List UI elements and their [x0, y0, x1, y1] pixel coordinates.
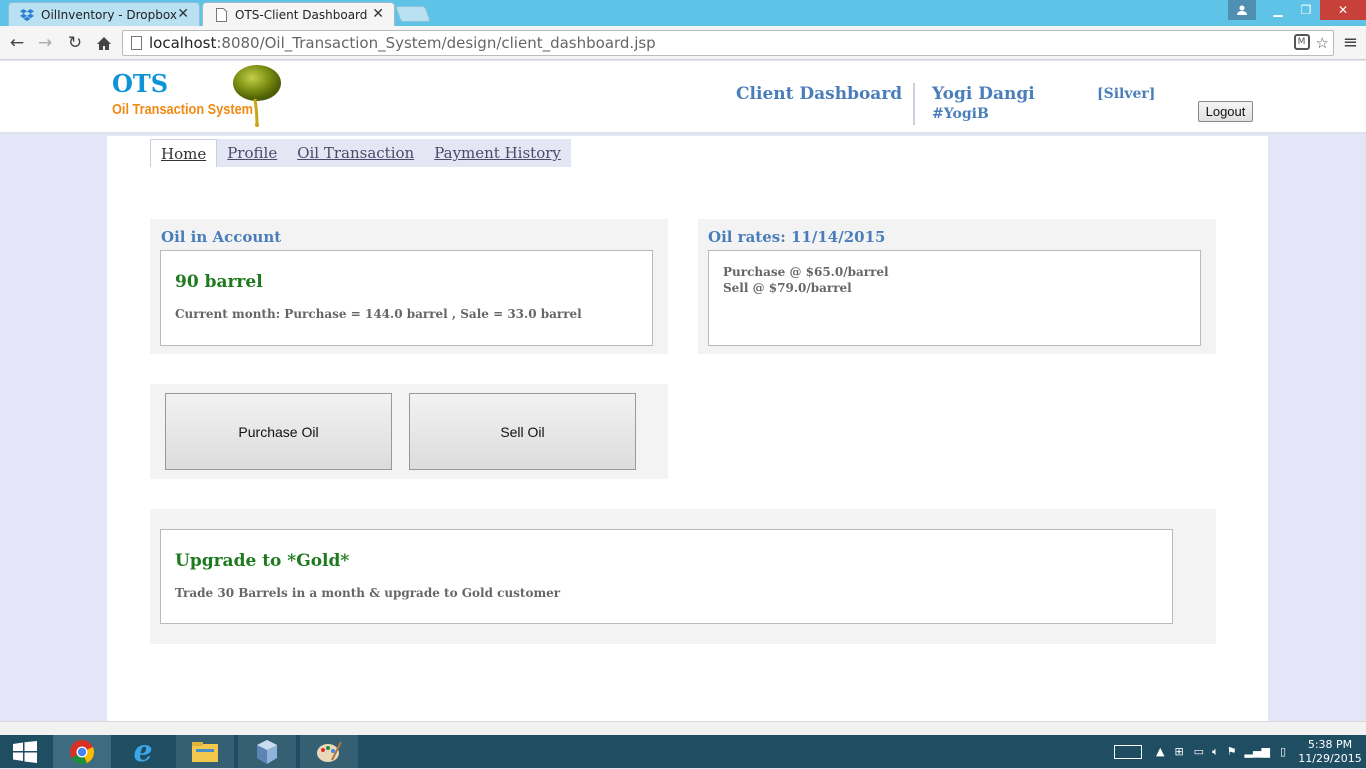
menu-icon[interactable]: ≡	[1343, 32, 1358, 53]
window-controls: ▁ ❐ ✕	[1228, 0, 1366, 20]
purchase-rate: Purchase @ $65.0/barrel	[723, 265, 889, 279]
purchase-oil-button[interactable]: Purchase Oil	[165, 393, 392, 470]
clock-time: 5:38 PM	[1307, 737, 1353, 751]
user-handle: #YogiB	[932, 106, 989, 122]
monthly-summary: Current month: Purchase = 144.0 barrel ,…	[175, 307, 582, 321]
user-name: Yogi Dangi	[932, 84, 1035, 104]
network-icon[interactable]: ⚑	[1227, 745, 1237, 758]
logout-button[interactable]: Logout	[1198, 101, 1253, 122]
divider	[913, 83, 915, 125]
address-bar[interactable]: localhost:8080/Oil_Transaction_System/de…	[122, 30, 1334, 56]
upgrade-panel: Upgrade to *Gold* Trade 30 Barrels in a …	[150, 509, 1216, 644]
actions-panel: Purchase Oil Sell Oil	[150, 384, 668, 479]
sell-rate: Sell @ $79.0/barrel	[723, 281, 852, 295]
back-arrow-icon[interactable]: ←	[6, 32, 28, 54]
membership-level: [Silver]	[1097, 86, 1156, 102]
oil-account-panel: Oil in Account 90 barrel Current month: …	[150, 219, 668, 354]
volume-icon[interactable]: 🔈︎	[1212, 745, 1219, 759]
url-path: :8080/Oil_Transaction_System/design/clie…	[216, 34, 656, 52]
chevron-up-icon[interactable]: ▲	[1156, 745, 1164, 758]
tab-client-dashboard[interactable]: OTS-Client Dashboard ✕	[202, 2, 395, 26]
system-tray: ▲ ⊞ ▭ 🔈︎ ⚑ ▂▄▆ ▯ 5:38 PM 11/29/2015	[1113, 735, 1366, 768]
nav-tabs: Home Profile Oil Transaction Payment His…	[150, 139, 571, 167]
home-icon[interactable]	[93, 32, 115, 54]
windows-start-icon[interactable]	[0, 735, 50, 768]
logo-title: OTS	[112, 69, 169, 98]
oil-account-box: 90 barrel Current month: Purchase = 144.…	[160, 250, 653, 346]
oil-drop-icon	[233, 65, 281, 127]
close-icon[interactable]: ✕	[177, 6, 189, 22]
close-window-icon[interactable]: ✕	[1320, 0, 1366, 20]
tab-oil-transaction[interactable]: Oil Transaction	[287, 139, 424, 167]
oil-rates-panel: Oil rates: 11/14/2015 Purchase @ $65.0/b…	[698, 219, 1216, 354]
page-icon	[131, 36, 142, 50]
minimize-icon[interactable]: ▁	[1264, 0, 1292, 20]
file-explorer-icon[interactable]	[176, 735, 234, 768]
chrome-icon[interactable]	[53, 735, 111, 768]
close-icon[interactable]: ✕	[372, 6, 384, 22]
panel-title: Oil in Account	[161, 228, 282, 246]
action-center-icon[interactable]: ▭	[1194, 745, 1204, 758]
oil-rates-box: Purchase @ $65.0/barrel Sell @ $79.0/bar…	[708, 250, 1201, 346]
internet-explorer-icon[interactable]: e	[114, 734, 172, 769]
tab-label: OTS-Client Dashboard	[235, 7, 368, 22]
signal-icon[interactable]: ▂▄▆	[1245, 745, 1270, 758]
taskbar: e ▲ ⊞ ▭ 🔈︎ ⚑ ▂▄▆ ▯ 5:38 PM 11/29/2015	[0, 734, 1366, 769]
oil-amount: 90 barrel	[175, 272, 263, 292]
restore-icon[interactable]: ❐	[1292, 0, 1320, 20]
tab-dropbox[interactable]: OilInventory - Dropbox ✕	[8, 2, 200, 26]
page-header: OTS Oil Transaction System Client Dashbo…	[0, 61, 1366, 134]
sell-oil-button[interactable]: Sell Oil	[409, 393, 636, 470]
extension-icon[interactable]: M	[1293, 34, 1310, 50]
browser-toolbar: ← → ↻ localhost:8080/Oil_Transaction_Sys…	[0, 26, 1366, 60]
upgrade-text: Trade 30 Barrels in a month & upgrade to…	[175, 586, 561, 600]
tab-payment-history[interactable]: Payment History	[424, 139, 571, 167]
upgrade-box: Upgrade to *Gold* Trade 30 Barrels in a …	[160, 529, 1173, 624]
clock[interactable]: 5:38 PM 11/29/2015	[1294, 738, 1366, 766]
paint-icon[interactable]	[300, 735, 358, 768]
new-tab-button[interactable]	[395, 6, 431, 22]
panel-title: Oil rates: 11/14/2015	[708, 228, 886, 246]
url-host: localhost	[149, 34, 217, 52]
keyboard-icon[interactable]	[1113, 744, 1142, 759]
bookmark-star-icon[interactable]: ☆	[1316, 34, 1329, 52]
tab-profile[interactable]: Profile	[217, 139, 287, 167]
browser-tab-bar: OilInventory - Dropbox ✕ OTS-Client Dash…	[0, 0, 1366, 26]
dropbox-icon	[19, 7, 35, 23]
page-bottom	[0, 721, 1366, 735]
windows-flag-icon[interactable]: ⊞	[1174, 745, 1183, 758]
user-icon[interactable]	[1228, 0, 1256, 20]
clock-date: 11/29/2015	[1298, 751, 1362, 765]
tab-label: OilInventory - Dropbox	[41, 7, 177, 22]
virtualbox-icon[interactable]	[238, 735, 296, 768]
page-title: Client Dashboard	[736, 84, 903, 104]
tab-home[interactable]: Home	[150, 139, 218, 167]
page-icon	[213, 7, 229, 23]
battery-icon[interactable]: ▯	[1280, 745, 1286, 758]
reload-icon[interactable]: ↻	[64, 32, 86, 54]
upgrade-title: Upgrade to *Gold*	[175, 551, 350, 571]
forward-arrow-icon[interactable]: →	[34, 32, 56, 54]
main-content: Home Profile Oil Transaction Payment His…	[107, 136, 1268, 721]
